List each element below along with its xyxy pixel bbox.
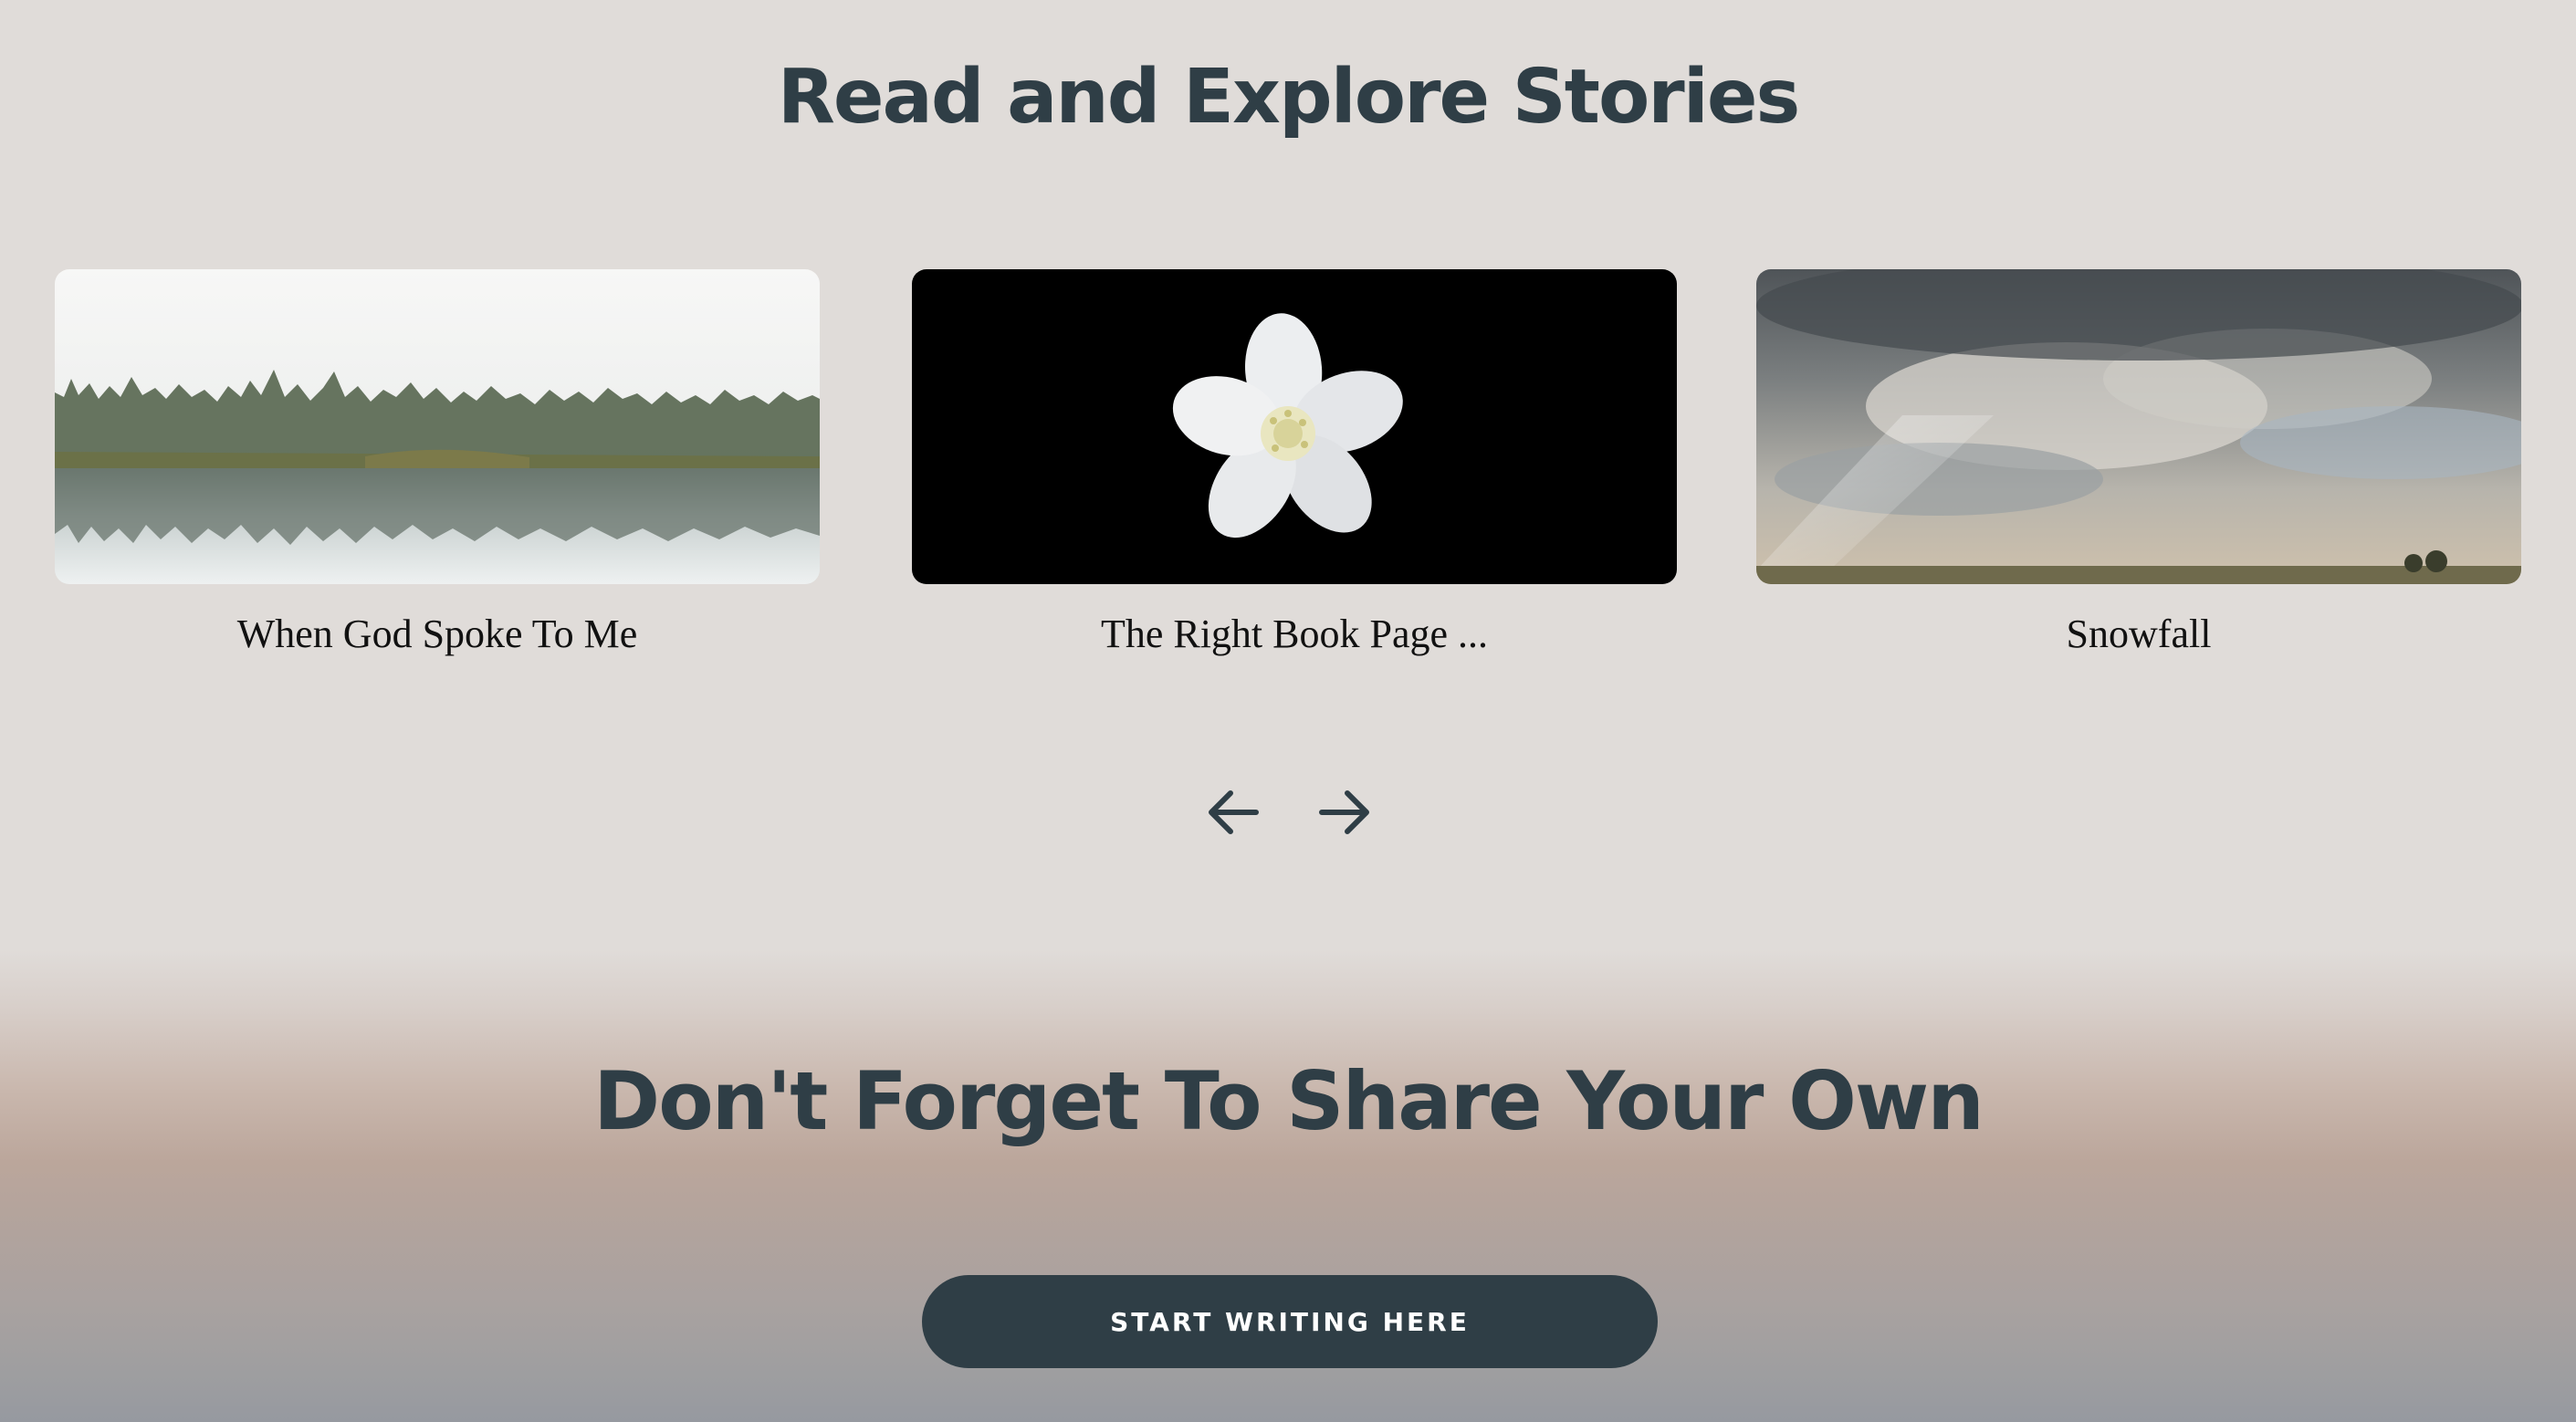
stories-heading: Read and Explore Stories [777, 54, 1801, 141]
arrow-right-icon[interactable] [1313, 780, 1377, 844]
story-card[interactable]: Snowfall [1756, 269, 2521, 689]
story-title[interactable]: Snowfall [1756, 609, 2521, 660]
arrow-left-icon[interactable] [1201, 780, 1265, 844]
story-title[interactable]: The Right Book Page ... [912, 609, 1677, 660]
story-title[interactable]: When God Spoke To Me [55, 609, 820, 660]
story-image-lake[interactable] [55, 269, 820, 584]
story-card[interactable]: The Right Book Page ... [912, 269, 1677, 689]
start-writing-button[interactable]: START WRITING HERE [922, 1275, 1658, 1368]
story-image-flower[interactable] [912, 269, 1677, 584]
story-card[interactable]: When God Spoke To Me [55, 269, 820, 689]
share-heading: Don't Forget To Share Your Own [593, 1054, 1984, 1148]
story-image-sky[interactable] [1756, 269, 2521, 584]
